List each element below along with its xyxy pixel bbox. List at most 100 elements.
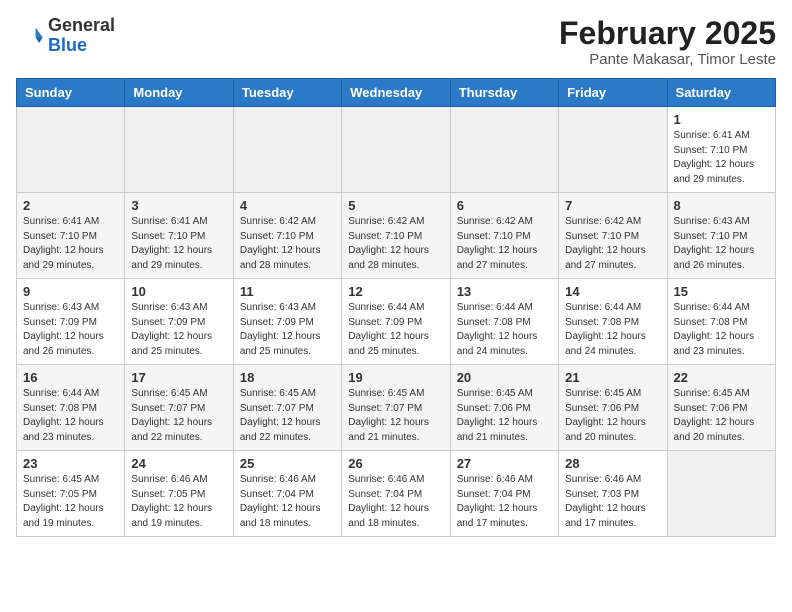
day-info: Sunrise: 6:43 AM Sunset: 7:09 PM Dayligh… xyxy=(23,301,118,359)
calendar-cell: 19Sunrise: 6:45 AM Sunset: 7:07 PM Dayli… xyxy=(342,365,450,451)
day-info: Sunrise: 6:42 AM Sunset: 7:10 PM Dayligh… xyxy=(240,215,335,273)
day-number: 3 xyxy=(131,198,226,213)
day-info: Sunrise: 6:44 AM Sunset: 7:09 PM Dayligh… xyxy=(348,301,443,359)
day-number: 27 xyxy=(457,456,552,471)
calendar-cell: 11 Sunrise: 6:43 AM Sunset: 7:09 PM Dayli… xyxy=(233,279,341,365)
day-info: Sunrise: 6:45 AM Sunset: 7:07 PM Dayligh… xyxy=(240,387,335,445)
day-header-tuesday: Tuesday xyxy=(233,79,341,107)
day-number: 16 xyxy=(23,370,118,385)
day-header-friday: Friday xyxy=(559,79,667,107)
calendar-week-row: 1 Sunrise: 6:41 AM Sunset: 7:10 PM Daylig… xyxy=(17,107,776,193)
logo-text: General Blue xyxy=(48,16,115,56)
day-info: Sunrise: 6:46 AM Sunset: 7:05 PM Dayligh… xyxy=(131,473,226,531)
day-info: Sunrise: 6:46 AM Sunset: 7:04 PM Dayligh… xyxy=(457,473,552,531)
calendar-cell: 28 Sunrise: 6:46 AM Sunset: 7:03 PM Dayli… xyxy=(559,451,667,537)
day-info: Sunrise: 6:46 AM Sunset: 7:04 PM Dayligh… xyxy=(240,473,335,531)
day-info: Sunrise: 6:46 AM Sunset: 7:04 PM Dayligh… xyxy=(348,473,443,531)
calendar-cell: 3 Sunrise: 6:41 AM Sunset: 7:10 PM Daylig… xyxy=(125,193,233,279)
calendar-cell: 16 Sunrise: 6:44 AM Sunset: 7:08 PM Dayli… xyxy=(17,365,125,451)
day-info: Sunrise: 6:44 AM Sunset: 7:08 PM Dayligh… xyxy=(674,301,769,359)
calendar-cell: 12 Sunrise: 6:44 AM Sunset: 7:09 PM Dayli… xyxy=(342,279,450,365)
day-number: 13 xyxy=(457,284,552,299)
title-block: February 2025 Pante Makasar, Timor Leste xyxy=(559,16,776,68)
calendar-cell xyxy=(125,107,233,193)
calendar-cell xyxy=(17,107,125,193)
day-number: 12 xyxy=(348,284,443,299)
calendar-cell xyxy=(667,451,775,537)
day-info: Sunrise: 6:41 AM Sunset: 7:10 PM Dayligh… xyxy=(131,215,226,273)
calendar-cell: 24Sunrise: 6:46 AM Sunset: 7:05 PM Dayli… xyxy=(125,451,233,537)
calendar-cell: 25 Sunrise: 6:46 AM Sunset: 7:04 PM Dayli… xyxy=(233,451,341,537)
day-number: 5 xyxy=(348,198,443,213)
calendar-cell: 18 Sunrise: 6:45 AM Sunset: 7:07 PM Dayli… xyxy=(233,365,341,451)
calendar-cell xyxy=(342,107,450,193)
day-number: 14 xyxy=(565,284,660,299)
day-info: Sunrise: 6:46 AM Sunset: 7:03 PM Dayligh… xyxy=(565,473,660,531)
calendar-table: SundayMondayTuesdayWednesdayThursdayFrid… xyxy=(16,78,776,537)
month-year: February 2025 xyxy=(559,16,776,51)
logo: General Blue xyxy=(16,16,115,56)
calendar-cell: 22 Sunrise: 6:45 AM Sunset: 7:06 PM Dayli… xyxy=(667,365,775,451)
day-info: Sunrise: 6:44 AM Sunset: 7:08 PM Dayligh… xyxy=(565,301,660,359)
day-number: 2 xyxy=(23,198,118,213)
calendar-cell: 13 Sunrise: 6:44 AM Sunset: 7:08 PM Dayli… xyxy=(450,279,558,365)
calendar-cell: 20 Sunrise: 6:45 AM Sunset: 7:06 PM Dayli… xyxy=(450,365,558,451)
day-info: Sunrise: 6:43 AM Sunset: 7:09 PM Dayligh… xyxy=(131,301,226,359)
day-header-monday: Monday xyxy=(125,79,233,107)
calendar-week-row: 23Sunrise: 6:45 AM Sunset: 7:05 PM Dayli… xyxy=(17,451,776,537)
calendar-cell: 21 Sunrise: 6:45 AM Sunset: 7:06 PM Dayli… xyxy=(559,365,667,451)
calendar-cell xyxy=(233,107,341,193)
calendar-cell xyxy=(450,107,558,193)
day-info: Sunrise: 6:45 AM Sunset: 7:07 PM Dayligh… xyxy=(131,387,226,445)
page-header: General Blue February 2025 Pante Makasar… xyxy=(16,16,776,68)
location: Pante Makasar, Timor Leste xyxy=(559,51,776,68)
day-info: Sunrise: 6:42 AM Sunset: 7:10 PM Dayligh… xyxy=(565,215,660,273)
day-number: 8 xyxy=(674,198,769,213)
calendar-cell: 15 Sunrise: 6:44 AM Sunset: 7:08 PM Dayli… xyxy=(667,279,775,365)
calendar-cell: 1 Sunrise: 6:41 AM Sunset: 7:10 PM Daylig… xyxy=(667,107,775,193)
day-number: 17 xyxy=(131,370,226,385)
day-number: 11 xyxy=(240,284,335,299)
day-info: Sunrise: 6:41 AM Sunset: 7:10 PM Dayligh… xyxy=(674,129,769,187)
day-number: 6 xyxy=(457,198,552,213)
calendar-cell: 4Sunrise: 6:42 AM Sunset: 7:10 PM Daylig… xyxy=(233,193,341,279)
day-number: 9 xyxy=(23,284,118,299)
day-number: 21 xyxy=(565,370,660,385)
calendar-cell xyxy=(559,107,667,193)
day-info: Sunrise: 6:42 AM Sunset: 7:10 PM Dayligh… xyxy=(348,215,443,273)
calendar-cell: 6 Sunrise: 6:42 AM Sunset: 7:10 PM Daylig… xyxy=(450,193,558,279)
day-info: Sunrise: 6:45 AM Sunset: 7:05 PM Dayligh… xyxy=(23,473,118,531)
calendar-week-row: 2 Sunrise: 6:41 AM Sunset: 7:10 PM Daylig… xyxy=(17,193,776,279)
day-number: 15 xyxy=(674,284,769,299)
logo-blue: Blue xyxy=(48,35,87,55)
calendar-cell: 27 Sunrise: 6:46 AM Sunset: 7:04 PM Dayli… xyxy=(450,451,558,537)
day-info: Sunrise: 6:42 AM Sunset: 7:10 PM Dayligh… xyxy=(457,215,552,273)
day-number: 1 xyxy=(674,112,769,127)
day-info: Sunrise: 6:43 AM Sunset: 7:09 PM Dayligh… xyxy=(240,301,335,359)
day-number: 28 xyxy=(565,456,660,471)
day-header-sunday: Sunday xyxy=(17,79,125,107)
day-info: Sunrise: 6:44 AM Sunset: 7:08 PM Dayligh… xyxy=(457,301,552,359)
calendar-week-row: 9 Sunrise: 6:43 AM Sunset: 7:09 PM Daylig… xyxy=(17,279,776,365)
calendar-cell: 14 Sunrise: 6:44 AM Sunset: 7:08 PM Dayli… xyxy=(559,279,667,365)
day-number: 18 xyxy=(240,370,335,385)
calendar-cell: 26Sunrise: 6:46 AM Sunset: 7:04 PM Dayli… xyxy=(342,451,450,537)
day-info: Sunrise: 6:45 AM Sunset: 7:06 PM Dayligh… xyxy=(565,387,660,445)
day-info: Sunrise: 6:45 AM Sunset: 7:07 PM Dayligh… xyxy=(348,387,443,445)
day-number: 25 xyxy=(240,456,335,471)
calendar-header-row: SundayMondayTuesdayWednesdayThursdayFrid… xyxy=(17,79,776,107)
day-number: 7 xyxy=(565,198,660,213)
day-number: 22 xyxy=(674,370,769,385)
day-number: 20 xyxy=(457,370,552,385)
day-header-saturday: Saturday xyxy=(667,79,775,107)
calendar-cell: 9 Sunrise: 6:43 AM Sunset: 7:09 PM Daylig… xyxy=(17,279,125,365)
day-info: Sunrise: 6:45 AM Sunset: 7:06 PM Dayligh… xyxy=(674,387,769,445)
day-info: Sunrise: 6:44 AM Sunset: 7:08 PM Dayligh… xyxy=(23,387,118,445)
day-header-thursday: Thursday xyxy=(450,79,558,107)
day-info: Sunrise: 6:45 AM Sunset: 7:06 PM Dayligh… xyxy=(457,387,552,445)
calendar-cell: 8 Sunrise: 6:43 AM Sunset: 7:10 PM Daylig… xyxy=(667,193,775,279)
calendar-cell: 23Sunrise: 6:45 AM Sunset: 7:05 PM Dayli… xyxy=(17,451,125,537)
day-info: Sunrise: 6:43 AM Sunset: 7:10 PM Dayligh… xyxy=(674,215,769,273)
calendar-cell: 7 Sunrise: 6:42 AM Sunset: 7:10 PM Daylig… xyxy=(559,193,667,279)
day-header-wednesday: Wednesday xyxy=(342,79,450,107)
